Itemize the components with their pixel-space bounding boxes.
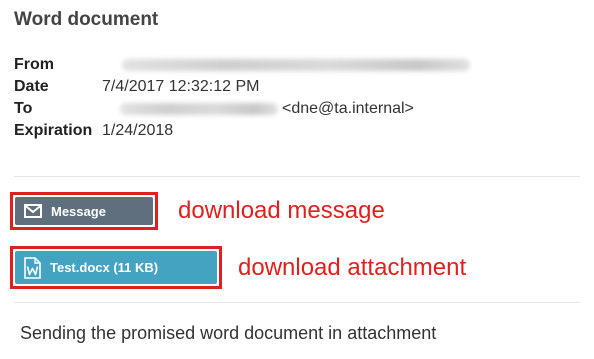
message-button-label: Message: [51, 203, 106, 219]
email-body: Sending the promised word document in at…: [20, 323, 437, 343]
divider-top: [14, 176, 580, 177]
attachment-highlight: Test.docx (11 KB): [10, 246, 222, 289]
download-message-button[interactable]: Message: [15, 197, 153, 225]
download-attachment-button[interactable]: Test.docx (11 KB): [15, 251, 217, 284]
divider-bottom: [14, 302, 580, 303]
attachment-button-label: Test.docx (11 KB): [50, 260, 159, 275]
to-value: <dne@ta.internal>: [282, 100, 414, 117]
download-attachment-annotation: download attachment: [238, 254, 467, 281]
email-title: Word document: [14, 9, 159, 30]
word-doc-icon: [24, 256, 41, 279]
redacted-sender: [122, 59, 470, 71]
redacted-recipient: [120, 103, 278, 115]
envelope-icon: [24, 204, 42, 218]
expiration-value: 1/24/2018: [102, 122, 174, 139]
date-value: 7/4/2017 12:32:12 PM: [102, 78, 260, 95]
to-label: To: [14, 100, 33, 117]
date-label: Date: [14, 78, 49, 95]
message-highlight: Message: [10, 192, 158, 230]
expiration-label: Expiration: [14, 122, 93, 139]
from-label: From: [14, 56, 54, 73]
download-message-annotation: download message: [178, 197, 385, 224]
